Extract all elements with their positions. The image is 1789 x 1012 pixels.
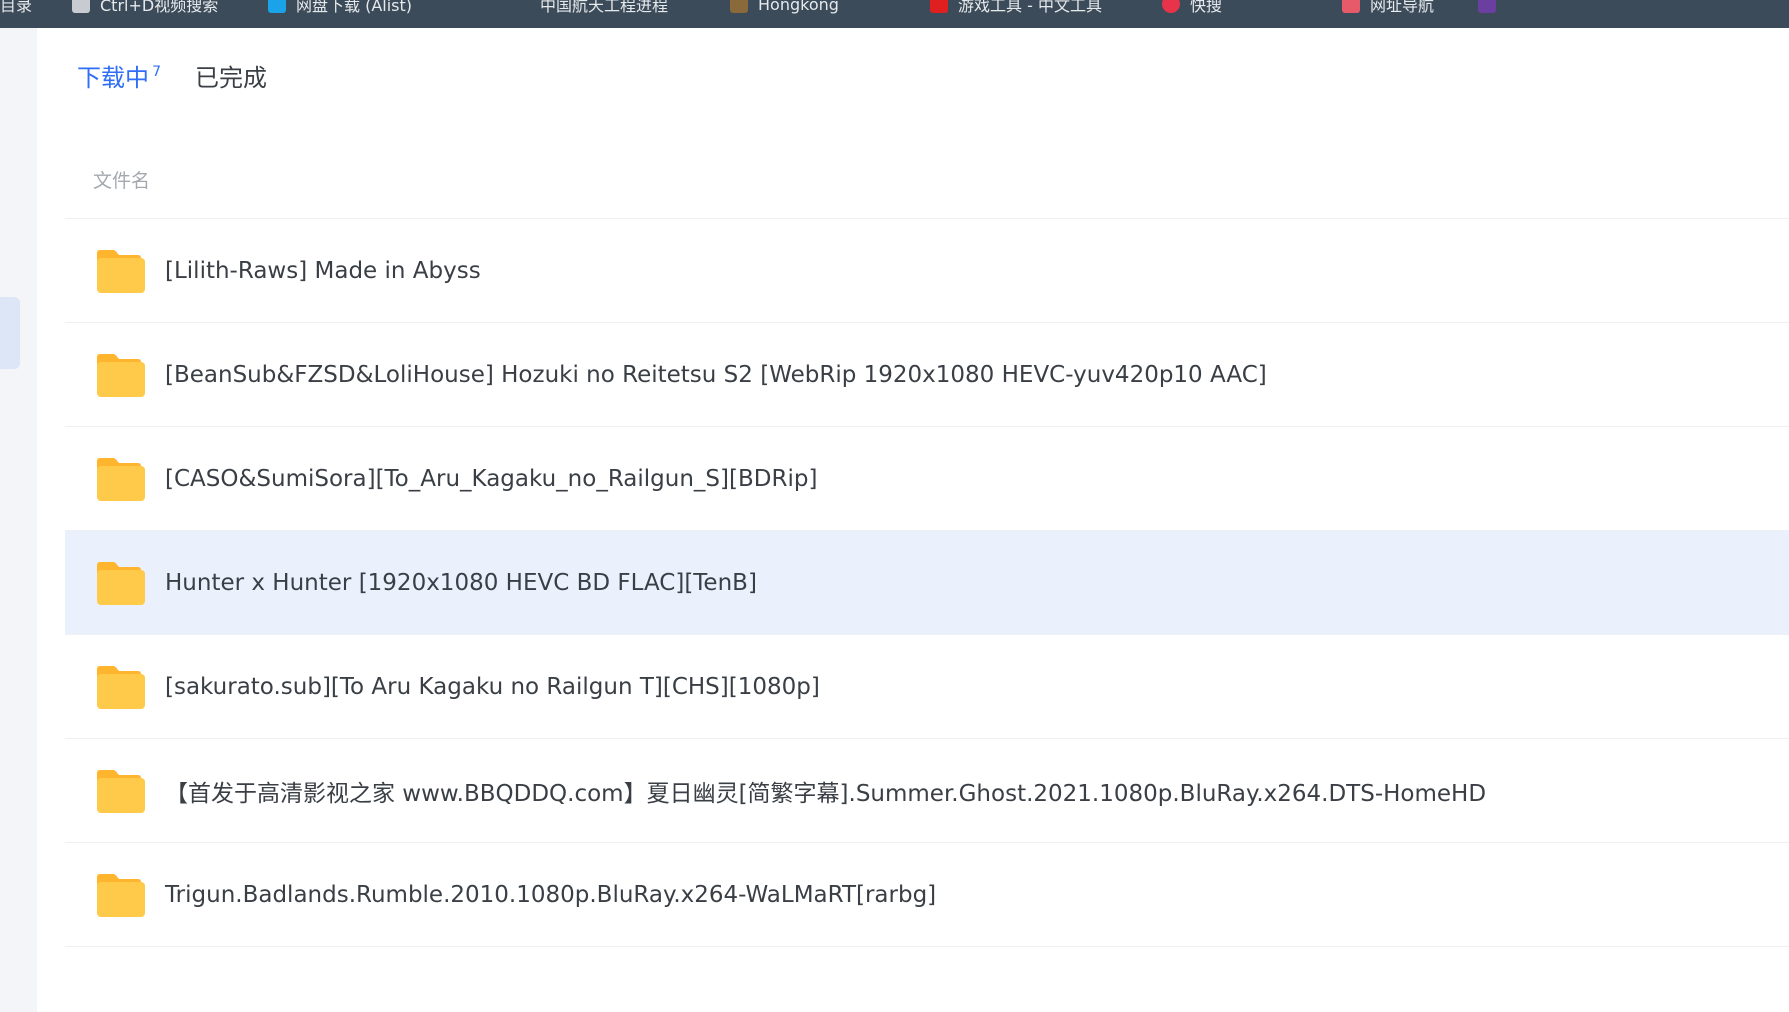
bookmark-item[interactable]: 中国航天工程进程 <box>540 0 669 15</box>
sidebar-active-indicator <box>0 297 20 369</box>
bookmark-item[interactable]: Ctrl+D视频搜索 <box>72 0 219 15</box>
table-header: 文件名 <box>65 141 1789 219</box>
bookmark-label: 中国航天工程进程 <box>540 0 669 15</box>
bookmark-item[interactable]: Hongkong <box>730 0 839 14</box>
bookmark-item[interactable]: 网址导航 <box>1342 0 1435 15</box>
bookmark-label: 目录 <box>0 0 33 15</box>
tab-downloading[interactable]: 下载中 7 <box>77 62 161 94</box>
circle-icon <box>1162 0 1180 13</box>
sidebar <box>0 28 37 1012</box>
folder-icon <box>97 873 145 917</box>
table-row[interactable]: Trigun.Badlands.Rumble.2010.1080p.BluRay… <box>65 843 1789 947</box>
page-icon <box>72 0 90 13</box>
file-name: [BeanSub&FZSD&LoliHouse] Hozuki no Reite… <box>165 361 1267 388</box>
bookmark-item[interactable] <box>1478 0 1496 14</box>
bookmark-label: 网盘下载 (Alist) <box>296 0 413 15</box>
file-name: [CASO&SumiSora][To_Aru_Kagaku_no_Railgun… <box>165 465 818 492</box>
folder-icon <box>97 353 145 397</box>
folder-icon <box>97 561 145 605</box>
bookmark-label: Ctrl+D视频搜索 <box>100 0 219 15</box>
tab-label: 下载中 <box>77 64 149 92</box>
tab-count-badge: 7 <box>152 64 161 80</box>
bookmark-label: 快搜 <box>1190 0 1223 15</box>
tab-completed[interactable]: 已完成 <box>195 62 267 94</box>
table-row[interactable]: [sakurato.sub][To Aru Kagaku no Railgun … <box>65 635 1789 739</box>
file-name: Hunter x Hunter [1920x1080 HEVC BD FLAC]… <box>165 569 757 596</box>
file-name: [sakurato.sub][To Aru Kagaku no Railgun … <box>165 673 820 700</box>
table-row[interactable]: [Lilith-Raws] Made in Abyss <box>65 219 1789 323</box>
app-icon <box>930 0 948 13</box>
folder-icon <box>97 769 145 813</box>
table-row[interactable]: [BeanSub&FZSD&LoliHouse] Hozuki no Reite… <box>65 323 1789 427</box>
bookmark-label: Hongkong <box>758 0 839 14</box>
main-panel: 下载中 7 已完成 文件名 [Lilith-Raws] Made in Abys… <box>37 28 1789 1012</box>
column-header-filename[interactable]: 文件名 <box>93 166 150 193</box>
bookmark-label: 游戏工具 - 中文工具 <box>958 0 1102 15</box>
folder-icon <box>97 665 145 709</box>
tab-label: 已完成 <box>195 64 267 92</box>
bookmark-item[interactable]: 游戏工具 - 中文工具 <box>930 0 1102 15</box>
file-name: Trigun.Badlands.Rumble.2010.1080p.BluRay… <box>165 881 937 908</box>
bookmark-item[interactable]: 快搜 <box>1162 0 1223 15</box>
table-row[interactable]: [CASO&SumiSora][To_Aru_Kagaku_no_Railgun… <box>65 427 1789 531</box>
table-row[interactable]: 【首发于高清影视之家 www.BBQDDQ.com】夏日幽灵[简繁字幕].Sum… <box>65 739 1789 843</box>
table-row-selected[interactable]: Hunter x Hunter [1920x1080 HEVC BD FLAC]… <box>65 531 1789 635</box>
app-icon <box>730 0 748 13</box>
bookmark-label: 网址导航 <box>1370 0 1435 15</box>
bookmarks-bar: 目录 Ctrl+D视频搜索 网盘下载 (Alist) 中国航天工程进程 Hong… <box>0 0 1789 28</box>
folder-icon <box>97 457 145 501</box>
app-icon <box>1478 0 1496 13</box>
tab-bar: 下载中 7 已完成 <box>77 62 267 94</box>
folder-icon <box>97 249 145 293</box>
file-name: 【首发于高清影视之家 www.BBQDDQ.com】夏日幽灵[简繁字幕].Sum… <box>165 780 1487 807</box>
file-list: [Lilith-Raws] Made in Abyss [BeanSub&FZS… <box>65 219 1789 947</box>
bookmark-item[interactable]: 网盘下载 (Alist) <box>268 0 413 15</box>
file-name: [Lilith-Raws] Made in Abyss <box>165 257 481 284</box>
app-icon <box>268 0 286 13</box>
bookmark-item[interactable]: 目录 <box>0 0 33 15</box>
app-icon <box>1342 0 1360 13</box>
